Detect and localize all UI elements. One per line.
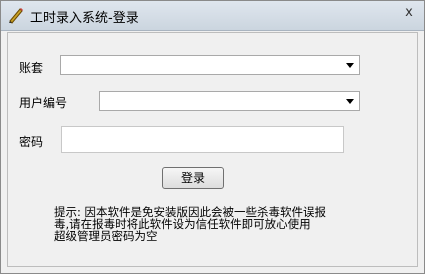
pencil-icon [9, 8, 23, 24]
user-id-select[interactable] [99, 91, 360, 111]
login-form: 账套 用户编号 密码 登录 提示: 因本软件是免安装版因此会被一些杀毒软件误报 … [7, 32, 418, 267]
chevron-down-icon [346, 99, 354, 104]
account-select[interactable] [60, 55, 360, 75]
password-label: 密码 [19, 135, 44, 149]
title-bar: 工时录入系统-登录 x [1, 1, 424, 31]
window-title: 工时录入系统-登录 [30, 11, 139, 26]
tip-line: 超级管理员密码为空 [54, 229, 158, 243]
tip-text: 提示: 因本软件是免安装版因此会被一些杀毒软件误报 毒,请在报毒时将此软件设为信… [54, 206, 364, 242]
user-id-label: 用户编号 [19, 96, 68, 110]
chevron-down-icon [346, 63, 354, 68]
login-window: 工时录入系统-登录 x 账套 用户编号 密码 登录 提示: 因本软件是免安装版因… [0, 0, 425, 274]
password-input[interactable] [61, 126, 344, 153]
login-button[interactable]: 登录 [162, 167, 224, 189]
close-button[interactable]: x [400, 5, 418, 21]
account-label: 账套 [19, 61, 44, 75]
